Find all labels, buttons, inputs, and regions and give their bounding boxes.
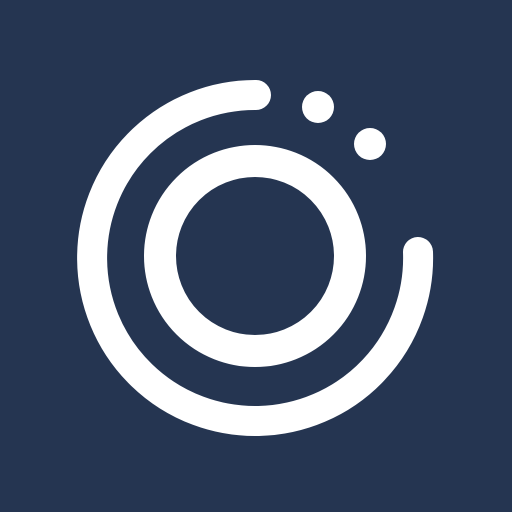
orbit-rings-icon [0, 0, 512, 512]
dot-2 [354, 128, 386, 160]
dot-1 [302, 91, 334, 123]
app-icon [0, 0, 512, 512]
